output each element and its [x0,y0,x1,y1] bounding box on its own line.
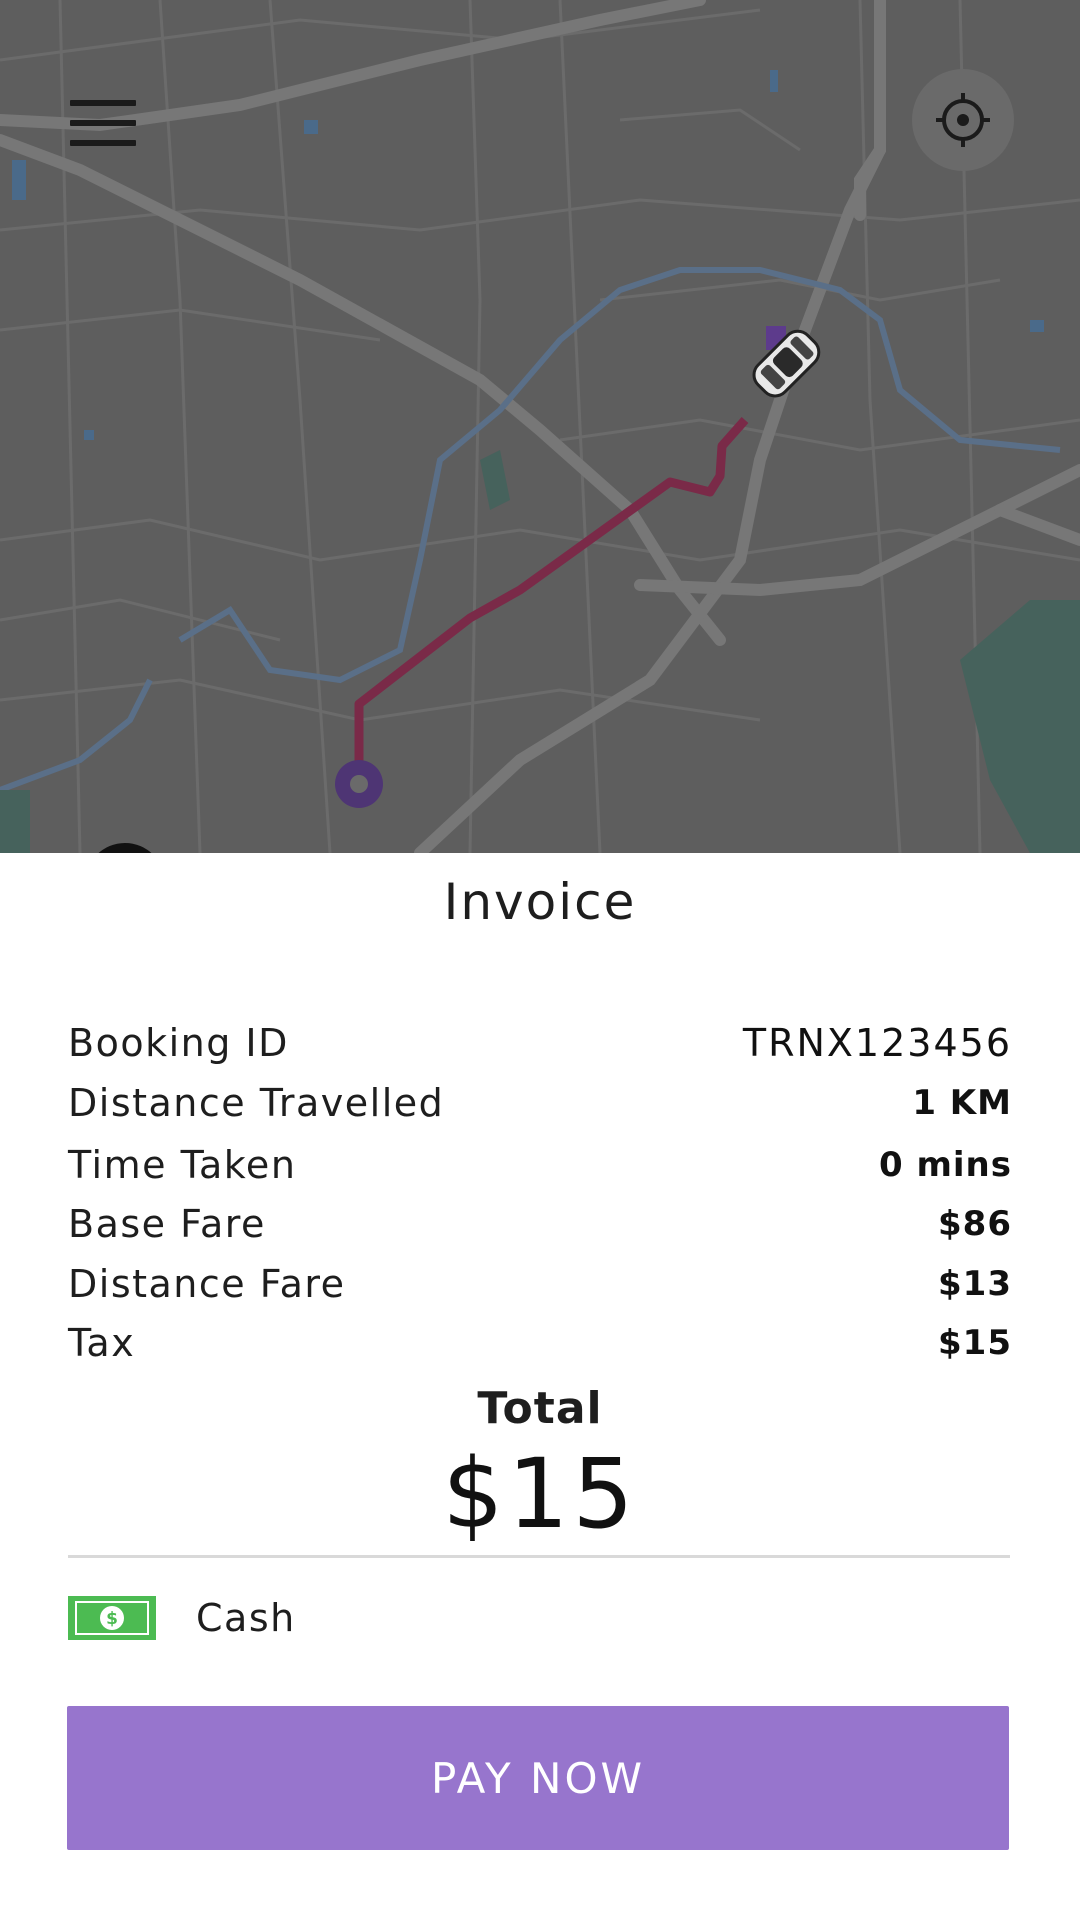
payment-method-selector[interactable]: $ Cash [68,1596,296,1640]
total-amount: $15 [442,1438,638,1550]
distance-value: 1 KM [912,1083,1012,1123]
payment-method-label: Cash [196,1596,296,1640]
car-icon [752,329,821,398]
distance-fare-row: Distance Fare $13 [68,1259,1012,1309]
row-label: Time Taken [68,1143,297,1187]
time-taken-row: Time Taken 0 mins [68,1140,1012,1190]
crosshair-locate-icon [936,93,990,147]
cash-icon: $ [68,1596,156,1640]
menu-bar [70,100,136,106]
tax-row: Tax $15 [68,1318,1012,1368]
booking-id-value: TRNX123456 [742,1021,1012,1065]
booking-id-row: Booking ID TRNX123456 [68,1018,1012,1068]
map-view[interactable] [0,0,1080,853]
pickup-marker-icon [335,760,383,808]
locate-button[interactable] [912,69,1014,171]
total-label: Total [477,1383,603,1434]
invoice-title: Invoice [443,873,637,931]
divider [68,1555,1010,1558]
row-label: Distance Travelled [68,1081,445,1125]
row-label: Booking ID [68,1021,289,1065]
base-fare-value: $86 [938,1204,1012,1244]
row-label: Distance Fare [68,1262,346,1306]
menu-bar [70,120,136,126]
tax-value: $15 [938,1323,1012,1363]
row-label: Tax [68,1321,136,1365]
distance-travelled-row: Distance Travelled 1 KM [68,1078,1012,1128]
distance-fare-value: $13 [938,1264,1012,1304]
hamburger-menu-icon[interactable] [70,100,136,150]
pay-now-button[interactable]: PAY NOW [67,1706,1009,1850]
base-fare-row: Base Fare $86 [68,1199,1012,1249]
svg-text:$: $ [106,1609,118,1629]
time-value: 0 mins [878,1145,1012,1185]
row-label: Base Fare [68,1202,266,1246]
app-screen: Invoice Booking ID TRNX123456 Distance T… [0,0,1080,1920]
menu-bar [70,140,136,146]
cash-icon-graphic: $ [68,1596,156,1640]
